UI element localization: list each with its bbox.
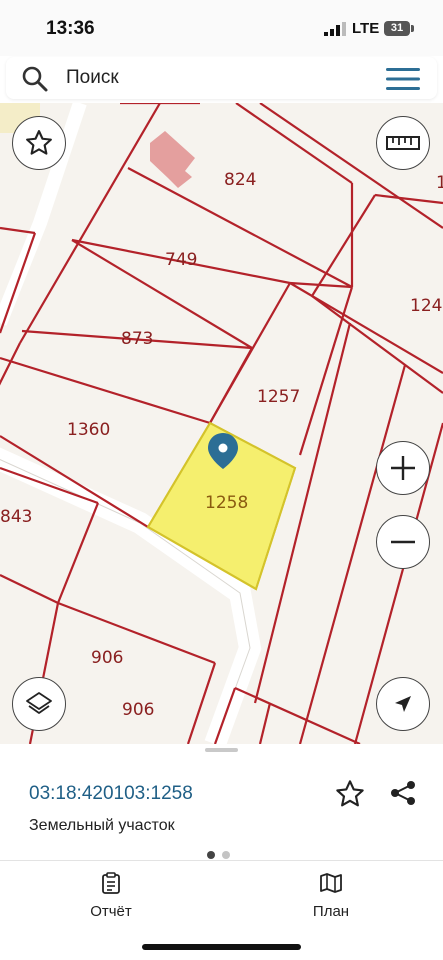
- cadastral-number: 03:18:420103:1258: [29, 783, 193, 804]
- report-icon: [102, 872, 120, 894]
- plot-label-906-second[interactable]: 906: [122, 700, 154, 720]
- star-icon: [26, 130, 52, 155]
- divider: [0, 860, 443, 861]
- zoom-in-button[interactable]: [376, 441, 430, 495]
- ruler-icon: [386, 136, 420, 150]
- network-type: LTE: [352, 20, 380, 37]
- status-bar: 13:36 LTE 31: [0, 0, 443, 56]
- page-indicator: [207, 846, 237, 864]
- plot-label-906[interactable]: 906: [91, 648, 123, 668]
- search-icon: [22, 66, 48, 92]
- locate-arrow-icon: [395, 696, 411, 712]
- plot-info-sheet[interactable]: 03:18:420103:1258 Земельный участок Отчё…: [0, 744, 443, 960]
- plot-label-843[interactable]: 843: [0, 507, 32, 527]
- tab-report[interactable]: Отчёт: [61, 872, 161, 920]
- page-dot: [222, 851, 230, 859]
- layers-button[interactable]: [12, 677, 66, 731]
- tab-plan-label: План: [312, 903, 350, 920]
- search-bar[interactable]: Поиск: [6, 57, 437, 99]
- page-dot-active: [207, 851, 215, 859]
- search-input[interactable]: Поиск: [66, 67, 119, 89]
- sheet-drag-handle[interactable]: [205, 748, 238, 752]
- plot-label-1257[interactable]: 1257: [257, 387, 300, 407]
- zoom-out-button[interactable]: [376, 515, 430, 569]
- tab-report-label: Отчёт: [90, 903, 132, 920]
- measure-button[interactable]: [376, 116, 430, 170]
- tab-plan[interactable]: План: [281, 872, 381, 920]
- share-icon[interactable]: [388, 778, 418, 808]
- my-location-button[interactable]: [376, 677, 430, 731]
- map-plan-icon: [320, 873, 342, 893]
- battery-tip: [411, 25, 414, 32]
- battery-icon: 31: [384, 21, 410, 36]
- home-indicator[interactable]: [142, 944, 301, 950]
- plot-label-1[interactable]: 1: [436, 173, 443, 193]
- plot-type: Земельный участок: [29, 817, 175, 834]
- hamburger-menu-icon[interactable]: [386, 67, 420, 91]
- plot-label-824[interactable]: 824: [224, 170, 256, 190]
- building-shape: [150, 131, 195, 188]
- zoom-out-icon: [391, 540, 415, 544]
- layers-icon: [26, 692, 52, 714]
- cadastral-map[interactable]: 824 749 873 1257 1360 1258 843 906 906 1…: [0, 103, 443, 744]
- favorite-map-button[interactable]: [12, 116, 66, 170]
- status-time: 13:36: [46, 18, 95, 39]
- star-icon[interactable]: [334, 778, 366, 810]
- plot-label-1242[interactable]: 1242: [410, 296, 443, 316]
- plot-label-749[interactable]: 749: [165, 250, 197, 270]
- plot-label-873[interactable]: 873: [121, 329, 153, 349]
- plot-label-1258[interactable]: 1258: [205, 493, 248, 513]
- zoom-in-icon: [391, 456, 415, 480]
- plot-label-1360[interactable]: 1360: [67, 420, 110, 440]
- signal-icon: [324, 22, 346, 36]
